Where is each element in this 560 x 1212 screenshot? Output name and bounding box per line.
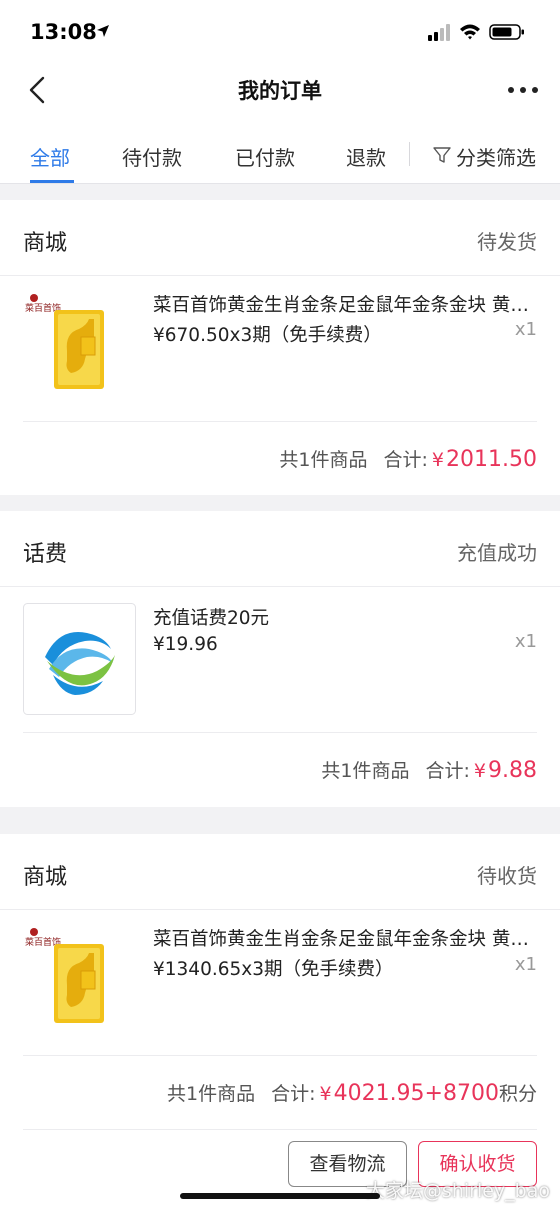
divider (23, 1055, 537, 1056)
tab-pending-payment[interactable]: 待付款 (122, 142, 182, 171)
status-time: 13:08 (30, 20, 97, 44)
wifi-icon (460, 24, 480, 40)
product-price: ¥1340.65x3期（免手续费） (153, 959, 394, 980)
nav-bar: 我的订单 (0, 62, 560, 118)
order-status: 待发货 (477, 230, 537, 254)
product-quantity: x1 (514, 631, 537, 652)
filter-icon (433, 147, 451, 163)
total-amount: 4021.95+8700 (333, 1081, 499, 1106)
order-card[interactable]: 话费 充值成功 充值话费20元 ¥19.96 x1 共1件商品 合计: ¥ 9.… (0, 511, 560, 807)
status-bar: 13:08 (0, 0, 560, 62)
order-header: 商城 待发货 (0, 200, 560, 276)
product-quantity: x1 (514, 319, 537, 340)
order-status: 充值成功 (457, 541, 537, 565)
total-amount: 9.88 (488, 758, 537, 783)
status-indicators-icon (428, 24, 524, 41)
home-indicator (180, 1193, 380, 1199)
total-label: 合计: (383, 449, 428, 471)
order-header: 话费 充值成功 (0, 511, 560, 587)
tab-paid[interactable]: 已付款 (235, 142, 295, 171)
currency-symbol: ¥ (431, 449, 445, 471)
battery-icon (489, 24, 524, 40)
total-amount: 2011.50 (446, 447, 537, 472)
product-image[interactable]: 菜百首饰 (23, 923, 136, 1035)
watermark: 大家坛@shirley_bao (365, 1180, 550, 1202)
order-status: 待收货 (477, 864, 537, 888)
order-summary: 共1件商品 合计: ¥ 4021.95+8700 积分 (167, 1079, 537, 1106)
order-category: 话费 (23, 542, 68, 567)
location-arrow-icon (97, 25, 109, 37)
currency-symbol: ¥ (319, 1083, 332, 1105)
order-category: 商城 (23, 865, 68, 890)
item-count: 共1件商品 (279, 449, 368, 471)
product-name[interactable]: 充值话费20元 (153, 604, 543, 630)
divider (23, 1129, 537, 1130)
brand-logo-icon (30, 294, 38, 302)
brand-logo-icon (30, 928, 38, 936)
product-name[interactable]: 菜百首饰黄金生肖金条足金鼠年金条金块 黄金 20克 (153, 925, 543, 951)
tab-all[interactable]: 全部 (30, 142, 70, 171)
tab-refund[interactable]: 退款 (346, 142, 386, 171)
product-price: ¥19.96 (153, 634, 218, 655)
order-card[interactable]: 商城 待收货 菜百首饰 菜百首饰黄金生肖金条足金鼠年金条金块 黄金 20克 ¥1… (0, 834, 560, 1212)
total-label: 合计: (271, 1083, 316, 1105)
active-tab-indicator (30, 180, 74, 183)
product-image[interactable]: 菜百首饰 (23, 289, 136, 401)
points-label: 积分 (498, 1083, 537, 1105)
china-mobile-logo-icon[interactable] (23, 603, 136, 715)
order-category: 商城 (23, 231, 68, 256)
product-name[interactable]: 菜百首饰黄金生肖金条足金鼠年金条金块 黄金 10克 (153, 291, 543, 317)
order-tabs: 全部 待付款 已付款 退款 分类筛选 (0, 118, 560, 184)
order-header: 商城 待收货 (0, 834, 560, 910)
filter-label: 分类筛选 (456, 146, 536, 170)
more-options-icon[interactable] (506, 80, 540, 100)
currency-symbol: ¥ (473, 760, 487, 782)
cellular-signal-icon (428, 24, 450, 41)
total-label: 合计: (425, 760, 470, 782)
page-title: 我的订单 (238, 79, 322, 103)
divider (23, 421, 537, 422)
divider (23, 732, 537, 733)
product-quantity: x1 (514, 954, 537, 975)
order-summary: 共1件商品 合计: ¥ 9.88 (321, 756, 537, 783)
product-price: ¥670.50x3期（免手续费） (153, 325, 382, 346)
order-summary: 共1件商品 合计: ¥ 2011.50 (279, 445, 537, 472)
item-count: 共1件商品 (166, 1083, 256, 1105)
tab-divider (409, 142, 410, 166)
order-card[interactable]: 商城 待发货 菜百首饰 菜百首饰黄金生肖金条足金鼠年金条金块 黄金 10克 ¥6… (0, 200, 560, 495)
item-count: 共1件商品 (321, 760, 410, 782)
